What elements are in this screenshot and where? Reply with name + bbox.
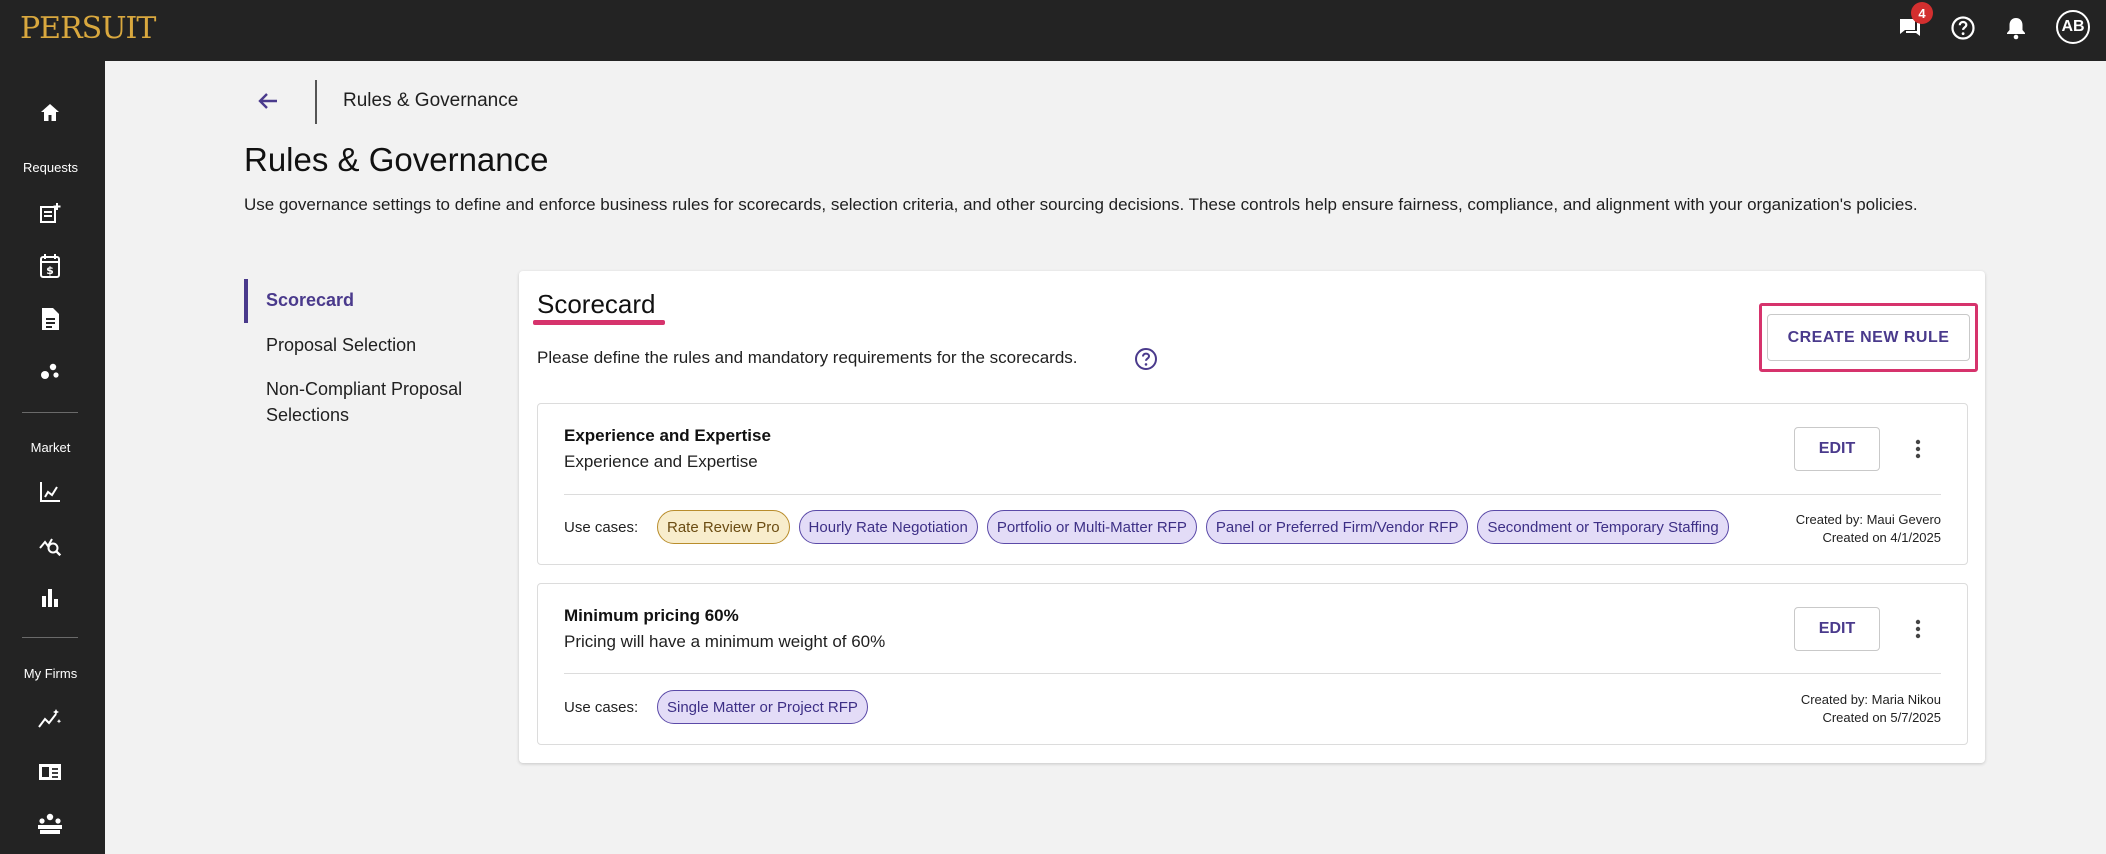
rule-metadata: Created by: Maui Gevero Created on 4/1/2… [1796,511,1941,547]
new-request-icon[interactable] [32,195,68,231]
created-on: Created on 5/7/2025 [1822,710,1941,725]
search-analytics-icon[interactable] [32,527,68,563]
persuit-logo[interactable]: PERSUIT [20,11,156,46]
use-cases-label: Use cases: [564,519,639,536]
calendar-dollar-icon[interactable]: $ [32,248,68,284]
message-count-badge: 4 [1911,2,1933,24]
use-case-chip: Rate Review Pro [657,510,790,544]
back-arrow-icon[interactable] [253,86,283,116]
created-by: Created by: Maui Gevero [1795,512,1941,527]
user-avatar[interactable]: AB [2056,10,2090,44]
breadcrumb-divider [315,80,317,124]
nav-item-proposal-selection[interactable]: Proposal Selection [266,332,416,358]
created-on: Created on 4/1/2025 [1822,530,1941,545]
card-title-underline [533,320,665,325]
rule-description: Experience and Expertise [564,452,758,471]
scatter-icon[interactable] [32,353,68,389]
bell-icon[interactable] [2001,13,2031,43]
use-case-chip: Secondment or Temporary Staffing [1477,510,1729,544]
create-new-rule-button[interactable]: CREATE NEW RULE [1767,314,1970,361]
bar-chart-icon[interactable] [32,580,68,616]
card-title: Scorecard [537,289,656,319]
rule-card: Experience and Expertise Experience and … [537,403,1968,565]
document-icon[interactable] [32,301,68,337]
sidebar-section-market: Market [30,440,71,455]
more-vert-icon[interactable] [1908,614,1928,644]
created-by: Created by: Maria Nikou [1800,692,1941,707]
rule-divider [564,673,1941,674]
card-subtitle: Please define the rules and mandatory re… [537,348,1078,367]
nav-item-scorecard[interactable]: Scorecard [266,287,354,313]
use-case-chip: Hourly Rate Negotiation [798,510,978,544]
top-bar: PERSUIT 4 AB [0,0,2106,61]
nav-active-indicator [244,279,248,323]
rule-card: Minimum pricing 60% Pricing will have a … [537,583,1968,745]
team-icon[interactable] [32,806,68,842]
edit-button[interactable]: EDIT [1794,607,1880,651]
more-vert-icon[interactable] [1908,434,1928,464]
chart-axis-icon[interactable] [32,474,68,510]
use-case-chips: Rate Review Pro Hourly Rate Negotiation … [657,510,1729,544]
rule-name: Experience and Expertise [564,426,771,445]
breadcrumb: Rules & Governance [343,90,519,111]
nav-item-non-compliant-proposal-selections[interactable]: Non-Compliant Proposal Selections [266,376,496,428]
svg-text:$: $ [46,264,54,277]
sidebar: Requests $ Market My Firms [0,61,105,854]
help-icon[interactable] [1948,13,1978,43]
home-icon[interactable] [32,95,68,131]
use-case-chips: Single Matter or Project RFP [657,690,868,724]
wand-chart-icon[interactable] [32,701,68,737]
id-card-icon[interactable] [32,754,68,790]
sidebar-divider [22,637,78,638]
use-cases-label: Use cases: [564,699,639,716]
rule-metadata: Created by: Maria Nikou Created on 5/7/2… [1801,691,1941,727]
use-case-chip: Panel or Preferred Firm/Vendor RFP [1205,510,1469,544]
help-circle-icon[interactable] [1134,347,1158,371]
use-case-chip: Portfolio or Multi-Matter RFP [986,510,1197,544]
sidebar-section-my-firms: My Firms [23,666,78,681]
rule-divider [564,494,1941,495]
edit-button[interactable]: EDIT [1794,427,1880,471]
page-title: Rules & Governance [244,141,549,178]
rule-description: Pricing will have a minimum weight of 60… [564,632,886,651]
use-case-chip: Single Matter or Project RFP [657,690,868,724]
page-description: Use governance settings to define and en… [244,195,1918,214]
sidebar-divider [22,412,78,413]
rule-name: Minimum pricing 60% [564,606,739,625]
sidebar-section-requests: Requests [23,160,78,175]
